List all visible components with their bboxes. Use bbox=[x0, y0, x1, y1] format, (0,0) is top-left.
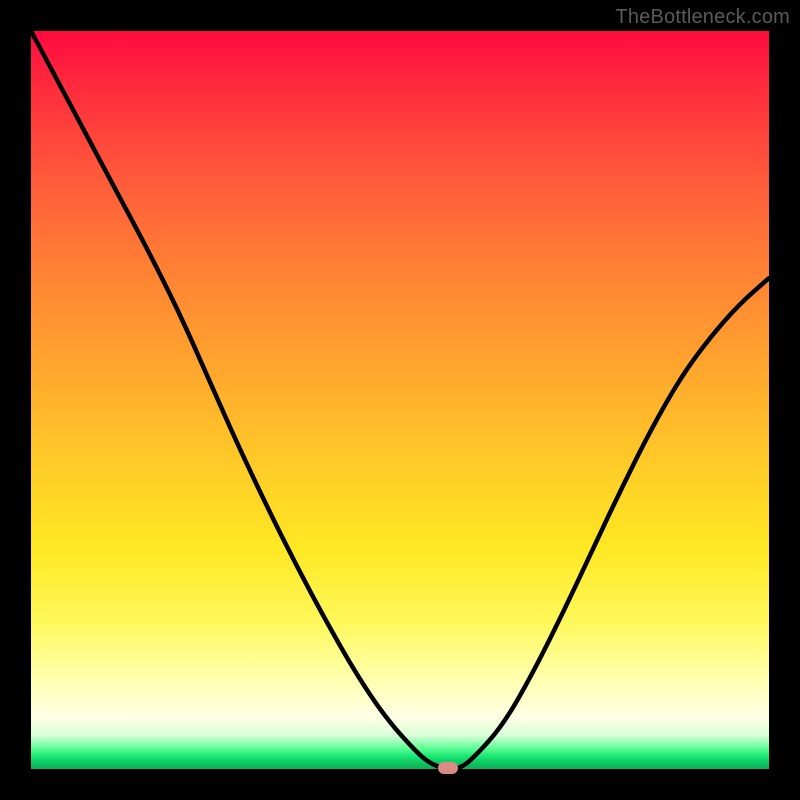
chart-frame: TheBottleneck.com bbox=[0, 0, 800, 800]
plot-area bbox=[31, 31, 769, 769]
optimum-marker bbox=[438, 762, 458, 774]
bottleneck-curve bbox=[31, 31, 769, 769]
credit-label: TheBottleneck.com bbox=[615, 6, 790, 29]
